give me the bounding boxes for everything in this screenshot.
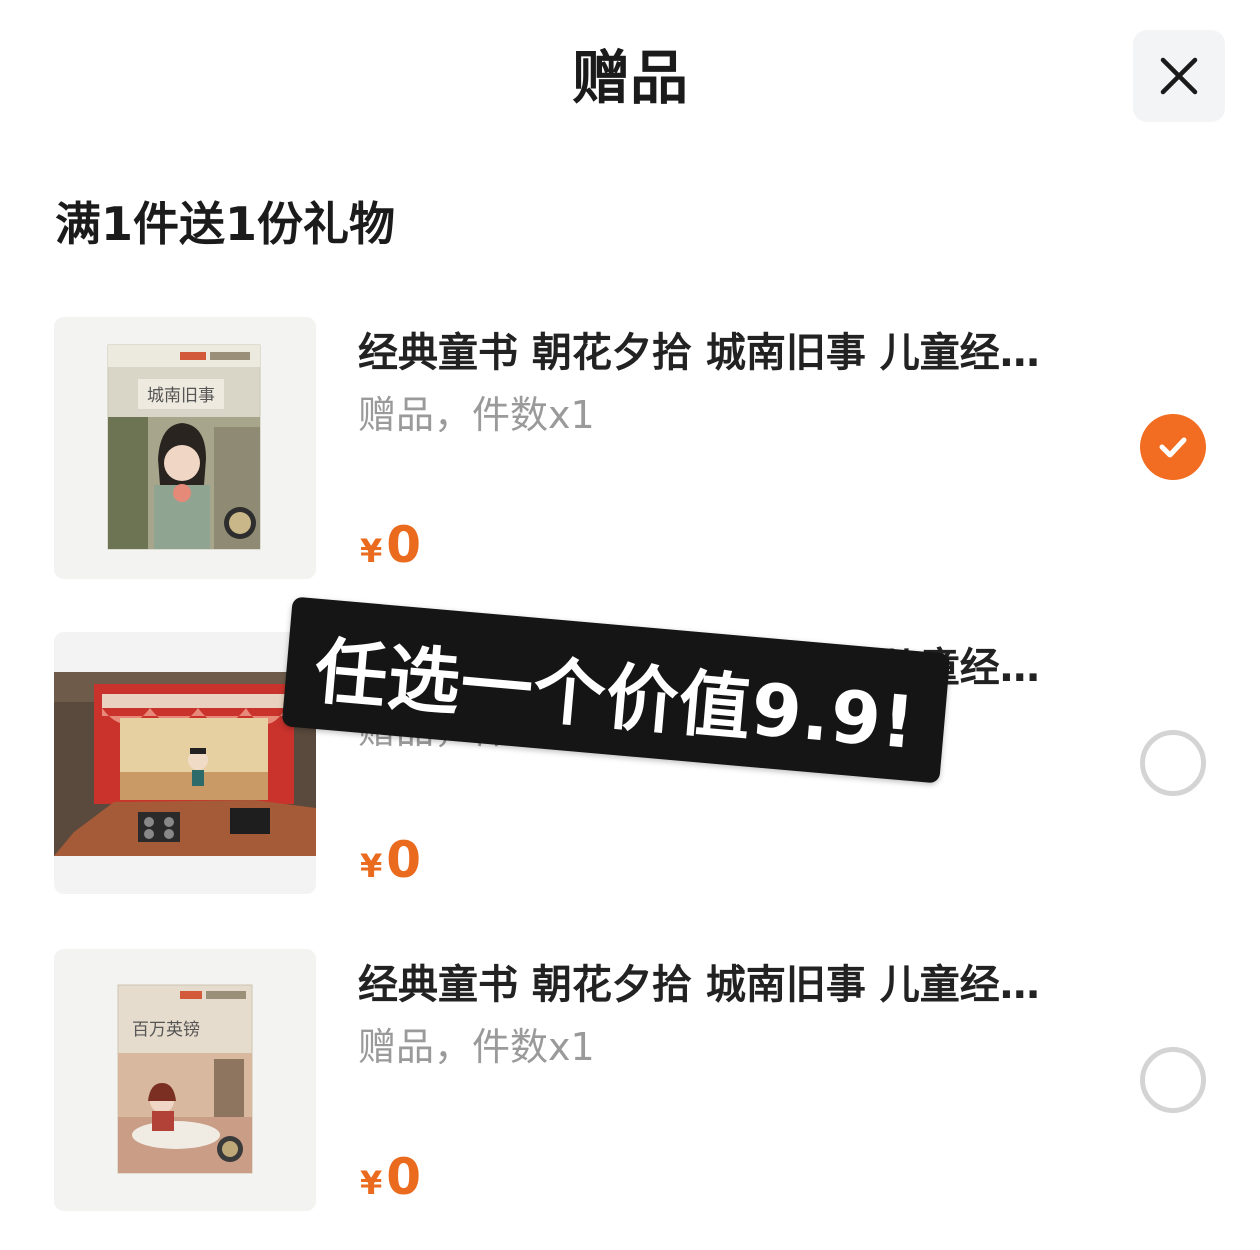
item-subtitle: 赠品，件数x1 (358, 393, 595, 437)
price-value: 0 (386, 516, 422, 574)
gift-item[interactable]: 百万英镑 经典童书 朝花夕拾 城南旧事 儿童经… 赠品，件数x1 ¥0 (0, 949, 1260, 1214)
product-image (54, 632, 316, 894)
select-radio[interactable] (1140, 1047, 1206, 1113)
page-title: 赠品 (571, 44, 688, 112)
item-subtitle: 赠品，件数x1 (358, 1025, 595, 1069)
item-title: 经典童书 朝花夕拾 城南旧事 儿童经… (358, 330, 1040, 376)
currency-symbol: ¥ (360, 1164, 383, 1202)
select-radio[interactable] (1140, 730, 1206, 796)
product-image: 百万英镑 (54, 949, 316, 1211)
cover-title: 城南旧事 (147, 386, 215, 406)
cover-title: 百万英镑 (132, 1020, 200, 1040)
item-price: ¥0 (360, 830, 421, 902)
gift-rule-title: 满1件送1份礼物 (55, 197, 396, 251)
close-button[interactable] (1133, 30, 1225, 122)
select-radio-checked[interactable] (1140, 414, 1206, 480)
item-price: ¥0 (360, 1147, 421, 1219)
item-title: 经典童书 朝花夕拾 城南旧事 儿童经… (358, 962, 1040, 1008)
price-value: 0 (386, 831, 422, 889)
close-icon (1160, 57, 1198, 95)
product-image: 城南旧事 (54, 317, 316, 579)
price-value: 0 (386, 1148, 422, 1206)
item-price: ¥0 (360, 515, 421, 587)
gift-item[interactable]: 城南旧事 经典童书 朝花夕拾 城南旧事 儿童经… 赠品，件数x1 ¥0 (0, 317, 1260, 582)
check-icon (1159, 437, 1187, 458)
currency-symbol: ¥ (360, 847, 383, 885)
currency-symbol: ¥ (360, 532, 383, 570)
